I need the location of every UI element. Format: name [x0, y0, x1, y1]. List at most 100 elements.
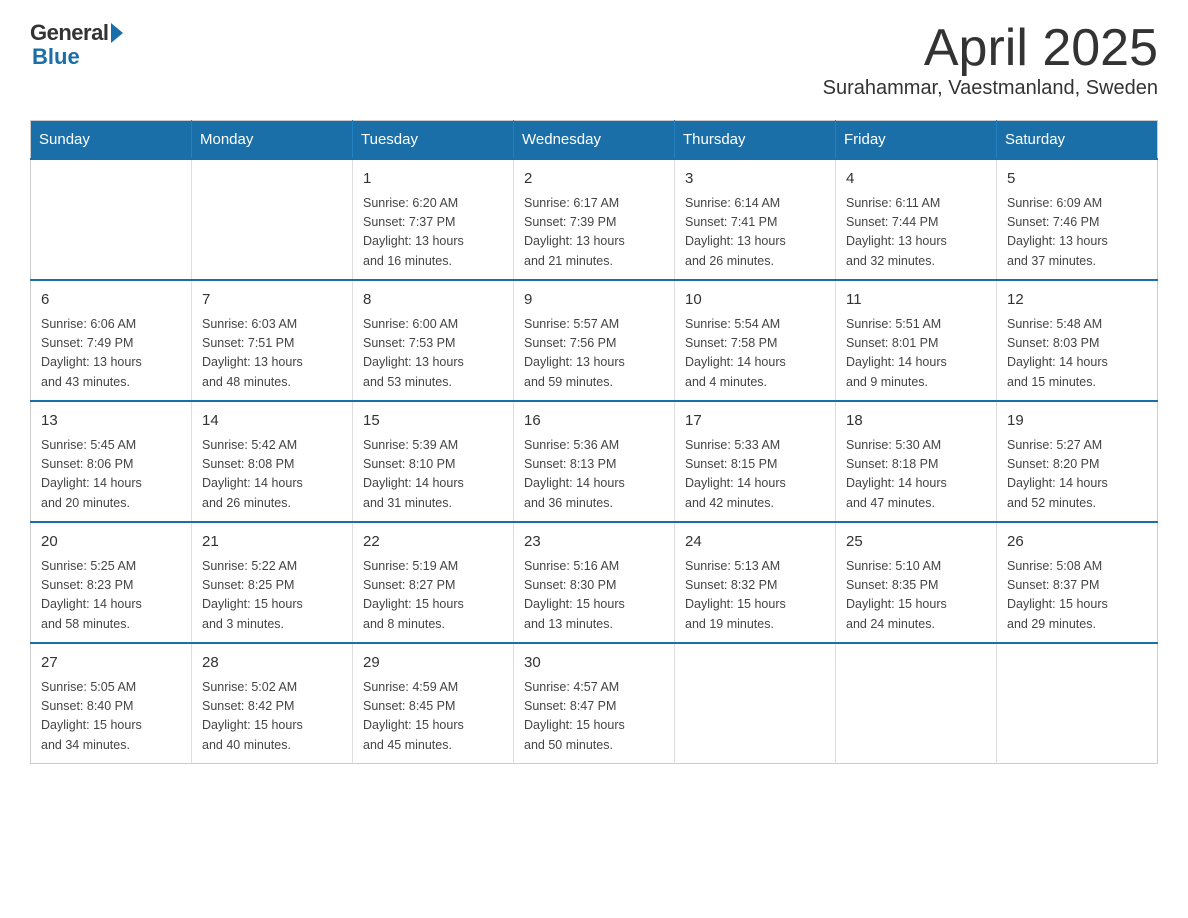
- day-info: Sunrise: 5:57 AMSunset: 7:56 PMDaylight:…: [524, 315, 664, 393]
- day-info: Sunrise: 5:27 AMSunset: 8:20 PMDaylight:…: [1007, 436, 1147, 514]
- weekday-header-friday: Friday: [836, 121, 997, 160]
- calendar-cell: 11 Sunrise: 5:51 AMSunset: 8:01 PMDayligh…: [836, 280, 997, 401]
- calendar-cell: 26 Sunrise: 5:08 AMSunset: 8:37 PMDayligh…: [997, 522, 1158, 643]
- calendar-week-row: 20 Sunrise: 5:25 AMSunset: 8:23 PMDayligh…: [31, 522, 1158, 643]
- day-number: 11: [846, 289, 986, 312]
- calendar-cell: 24 Sunrise: 5:13 AMSunset: 8:32 PMDayligh…: [675, 522, 836, 643]
- calendar-cell: 12Sunrise: 5:48 AMSunset: 8:03 PMDayligh…: [997, 280, 1158, 401]
- calendar-week-row: 13 Sunrise: 5:45 AMSunset: 8:06 PMDayligh…: [31, 401, 1158, 522]
- calendar-cell: [31, 159, 192, 280]
- logo-arrow-icon: [111, 23, 123, 43]
- weekday-header-row: SundayMondayTuesdayWednesdayThursdayFrid…: [31, 121, 1158, 160]
- day-number: 3: [685, 168, 825, 191]
- page-header: General Blue April 2025 Surahammar, Vaes…: [30, 20, 1158, 100]
- weekday-header-saturday: Saturday: [997, 121, 1158, 160]
- day-info: Sunrise: 5:22 AMSunset: 8:25 PMDaylight:…: [202, 557, 342, 635]
- calendar-cell: [997, 643, 1158, 764]
- day-info: Sunrise: 5:16 AMSunset: 8:30 PMDaylight:…: [524, 557, 664, 635]
- day-info: Sunrise: 6:09 AMSunset: 7:46 PMDaylight:…: [1007, 194, 1147, 272]
- day-number: 16: [524, 410, 664, 433]
- calendar-cell: 29Sunrise: 4:59 AMSunset: 8:45 PMDayligh…: [353, 643, 514, 764]
- logo-general-text: General: [30, 20, 108, 46]
- day-info: Sunrise: 4:57 AMSunset: 8:47 PMDaylight:…: [524, 678, 664, 756]
- day-info: Sunrise: 5:33 AMSunset: 8:15 PMDaylight:…: [685, 436, 825, 514]
- day-number: 27: [41, 652, 181, 675]
- day-number: 8: [363, 289, 503, 312]
- day-number: 22: [363, 531, 503, 554]
- day-number: 13: [41, 410, 181, 433]
- day-info: Sunrise: 5:08 AMSunset: 8:37 PMDaylight:…: [1007, 557, 1147, 635]
- day-number: 15: [363, 410, 503, 433]
- day-info: Sunrise: 5:13 AMSunset: 8:32 PMDaylight:…: [685, 557, 825, 635]
- calendar-cell: [836, 643, 997, 764]
- calendar-cell: 23 Sunrise: 5:16 AMSunset: 8:30 PMDayligh…: [514, 522, 675, 643]
- calendar-body: 1Sunrise: 6:20 AMSunset: 7:37 PMDaylight…: [31, 159, 1158, 764]
- day-number: 30: [524, 652, 664, 675]
- title-block: April 2025 Surahammar, Vaestmanland, Swe…: [823, 20, 1158, 100]
- logo-blue-text: Blue: [32, 44, 80, 70]
- calendar-cell: 18 Sunrise: 5:30 AMSunset: 8:18 PMDayligh…: [836, 401, 997, 522]
- calendar-cell: 20 Sunrise: 5:25 AMSunset: 8:23 PMDayligh…: [31, 522, 192, 643]
- day-info: Sunrise: 5:45 AMSunset: 8:06 PMDaylight:…: [41, 436, 181, 514]
- calendar-cell: 17 Sunrise: 5:33 AMSunset: 8:15 PMDayligh…: [675, 401, 836, 522]
- location-title: Surahammar, Vaestmanland, Sweden: [823, 77, 1158, 100]
- day-number: 7: [202, 289, 342, 312]
- day-info: Sunrise: 5:54 AMSunset: 7:58 PMDaylight:…: [685, 315, 825, 393]
- calendar-cell: 19 Sunrise: 5:27 AMSunset: 8:20 PMDayligh…: [997, 401, 1158, 522]
- calendar-cell: [192, 159, 353, 280]
- day-info: Sunrise: 5:51 AMSunset: 8:01 PMDaylight:…: [846, 315, 986, 393]
- day-number: 6: [41, 289, 181, 312]
- calendar-header: SundayMondayTuesdayWednesdayThursdayFrid…: [31, 121, 1158, 160]
- day-info: Sunrise: 5:02 AMSunset: 8:42 PMDaylight:…: [202, 678, 342, 756]
- day-number: 17: [685, 410, 825, 433]
- day-number: 25: [846, 531, 986, 554]
- day-number: 26: [1007, 531, 1147, 554]
- day-number: 2: [524, 168, 664, 191]
- day-info: Sunrise: 5:19 AMSunset: 8:27 PMDaylight:…: [363, 557, 503, 635]
- day-info: Sunrise: 5:42 AMSunset: 8:08 PMDaylight:…: [202, 436, 342, 514]
- calendar-cell: 1Sunrise: 6:20 AMSunset: 7:37 PMDaylight…: [353, 159, 514, 280]
- calendar-week-row: 6 Sunrise: 6:06 AMSunset: 7:49 PMDaylight…: [31, 280, 1158, 401]
- calendar-cell: 14 Sunrise: 5:42 AMSunset: 8:08 PMDayligh…: [192, 401, 353, 522]
- calendar-cell: 28 Sunrise: 5:02 AMSunset: 8:42 PMDayligh…: [192, 643, 353, 764]
- calendar-cell: 13 Sunrise: 5:45 AMSunset: 8:06 PMDayligh…: [31, 401, 192, 522]
- calendar-cell: [675, 643, 836, 764]
- calendar-cell: 15Sunrise: 5:39 AMSunset: 8:10 PMDayligh…: [353, 401, 514, 522]
- day-info: Sunrise: 6:06 AMSunset: 7:49 PMDaylight:…: [41, 315, 181, 393]
- day-info: Sunrise: 6:17 AMSunset: 7:39 PMDaylight:…: [524, 194, 664, 272]
- day-number: 18: [846, 410, 986, 433]
- day-number: 12: [1007, 289, 1147, 312]
- calendar-cell: 4 Sunrise: 6:11 AMSunset: 7:44 PMDaylight…: [836, 159, 997, 280]
- day-info: Sunrise: 5:30 AMSunset: 8:18 PMDaylight:…: [846, 436, 986, 514]
- day-number: 23: [524, 531, 664, 554]
- day-info: Sunrise: 6:11 AMSunset: 7:44 PMDaylight:…: [846, 194, 986, 272]
- day-number: 29: [363, 652, 503, 675]
- day-number: 20: [41, 531, 181, 554]
- day-number: 21: [202, 531, 342, 554]
- day-info: Sunrise: 5:05 AMSunset: 8:40 PMDaylight:…: [41, 678, 181, 756]
- weekday-header-wednesday: Wednesday: [514, 121, 675, 160]
- day-info: Sunrise: 5:25 AMSunset: 8:23 PMDaylight:…: [41, 557, 181, 635]
- day-number: 1: [363, 168, 503, 191]
- calendar-table: SundayMondayTuesdayWednesdayThursdayFrid…: [30, 120, 1158, 764]
- calendar-cell: 21 Sunrise: 5:22 AMSunset: 8:25 PMDayligh…: [192, 522, 353, 643]
- day-number: 10: [685, 289, 825, 312]
- day-info: Sunrise: 5:10 AMSunset: 8:35 PMDaylight:…: [846, 557, 986, 635]
- calendar-week-row: 1Sunrise: 6:20 AMSunset: 7:37 PMDaylight…: [31, 159, 1158, 280]
- day-info: Sunrise: 6:00 AMSunset: 7:53 PMDaylight:…: [363, 315, 503, 393]
- day-number: 4: [846, 168, 986, 191]
- calendar-cell: 10 Sunrise: 5:54 AMSunset: 7:58 PMDayligh…: [675, 280, 836, 401]
- day-number: 19: [1007, 410, 1147, 433]
- logo: General Blue: [30, 20, 123, 70]
- calendar-cell: 22 Sunrise: 5:19 AMSunset: 8:27 PMDayligh…: [353, 522, 514, 643]
- day-number: 14: [202, 410, 342, 433]
- calendar-cell: 9 Sunrise: 5:57 AMSunset: 7:56 PMDaylight…: [514, 280, 675, 401]
- day-info: Sunrise: 6:14 AMSunset: 7:41 PMDaylight:…: [685, 194, 825, 272]
- calendar-week-row: 27 Sunrise: 5:05 AMSunset: 8:40 PMDayligh…: [31, 643, 1158, 764]
- day-number: 28: [202, 652, 342, 675]
- calendar-cell: 5Sunrise: 6:09 AMSunset: 7:46 PMDaylight…: [997, 159, 1158, 280]
- day-number: 9: [524, 289, 664, 312]
- day-number: 24: [685, 531, 825, 554]
- calendar-cell: 7Sunrise: 6:03 AMSunset: 7:51 PMDaylight…: [192, 280, 353, 401]
- calendar-cell: 25 Sunrise: 5:10 AMSunset: 8:35 PMDayligh…: [836, 522, 997, 643]
